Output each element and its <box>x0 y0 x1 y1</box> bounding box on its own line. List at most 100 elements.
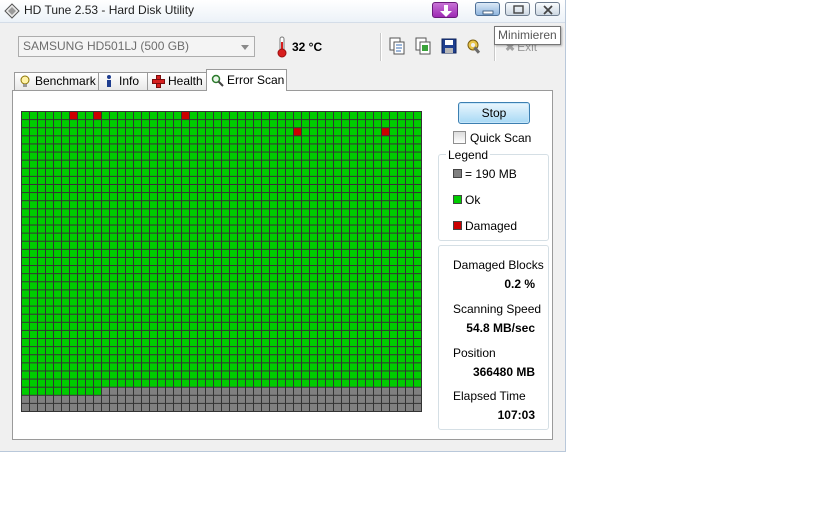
block-ok <box>150 160 157 168</box>
block-ok <box>22 290 29 298</box>
block-ok <box>270 225 277 233</box>
quick-scan-checkbox-box[interactable] <box>453 131 466 144</box>
block-unscanned <box>318 387 325 395</box>
block-ok <box>150 120 157 128</box>
block-ok <box>294 347 301 355</box>
block-ok <box>174 152 181 160</box>
block-ok <box>206 257 213 266</box>
block-unscanned <box>166 403 173 411</box>
block-ok <box>390 314 397 322</box>
minimize-button[interactable] <box>475 2 500 16</box>
block-ok <box>198 257 205 266</box>
block-ok <box>198 120 205 128</box>
block-ok <box>246 217 253 225</box>
block-ok <box>398 176 405 184</box>
block-ok <box>390 330 397 339</box>
block-ok <box>326 120 333 128</box>
block-ok <box>286 152 293 160</box>
block-unscanned <box>166 395 173 403</box>
block-ok <box>22 120 29 128</box>
download-button[interactable] <box>432 2 458 18</box>
block-ok <box>134 363 141 371</box>
stop-button[interactable]: Stop <box>458 102 530 124</box>
block-ok <box>86 225 93 233</box>
legend-item-label: Damaged <box>465 219 518 233</box>
block-ok <box>222 322 229 330</box>
block-ok <box>222 379 229 387</box>
block-ok <box>286 120 293 128</box>
block-ok <box>350 371 357 379</box>
block-ok <box>390 225 397 233</box>
block-ok <box>390 266 397 274</box>
block-ok <box>262 160 269 168</box>
block-ok <box>46 225 53 233</box>
options-wrench-icon[interactable] <box>466 37 484 55</box>
block-ok <box>262 355 269 363</box>
block-ok <box>238 193 245 201</box>
copy-screenshot-icon[interactable] <box>414 37 432 55</box>
block-ok <box>86 112 93 120</box>
block-ok <box>54 217 61 225</box>
block-ok <box>342 225 349 233</box>
block-ok <box>342 379 349 387</box>
close-button[interactable] <box>535 2 560 16</box>
copy-text-icon[interactable] <box>388 37 406 55</box>
block-ok <box>166 136 173 144</box>
tab-error-scan[interactable]: Error Scan <box>206 69 287 91</box>
block-ok <box>142 112 149 120</box>
quick-scan-checkbox[interactable]: Quick Scan <box>453 131 531 145</box>
block-ok <box>198 266 205 274</box>
block-ok <box>78 176 85 184</box>
block-ok <box>390 257 397 266</box>
block-ok <box>326 217 333 225</box>
title-bar[interactable]: HD Tune 2.53 - Hard Disk Utility <box>0 0 565 23</box>
block-ok <box>294 225 301 233</box>
block-ok <box>158 330 165 339</box>
tab-benchmark[interactable]: Benchmark <box>14 72 99 90</box>
block-ok <box>110 306 117 314</box>
block-ok <box>158 193 165 201</box>
block-unscanned <box>294 403 301 411</box>
block-ok <box>398 290 405 298</box>
block-unscanned <box>310 403 317 411</box>
block-ok <box>134 176 141 184</box>
disk-select[interactable]: SAMSUNG HD501LJ (500 GB) <box>18 36 255 57</box>
block-ok <box>38 136 45 144</box>
block-unscanned <box>278 387 285 395</box>
block-ok <box>22 257 29 266</box>
tab-info[interactable]: Info <box>98 72 148 90</box>
block-ok <box>230 152 237 160</box>
block-unscanned <box>198 395 205 403</box>
block-ok <box>70 225 77 233</box>
block-ok <box>406 233 413 241</box>
block-ok <box>286 282 293 290</box>
block-ok <box>334 298 341 306</box>
block-ok <box>150 152 157 160</box>
block-ok <box>230 314 237 322</box>
save-disk-icon[interactable] <box>440 37 458 55</box>
block-ok <box>158 144 165 152</box>
block-ok <box>246 298 253 306</box>
block-ok <box>86 282 93 290</box>
block-unscanned <box>110 403 117 411</box>
block-ok <box>22 347 29 355</box>
block-ok <box>190 144 197 152</box>
block-unscanned <box>342 395 349 403</box>
tab-health[interactable]: Health <box>147 72 207 90</box>
block-ok <box>246 120 253 128</box>
block-ok <box>206 322 213 330</box>
maximize-button[interactable] <box>505 2 530 16</box>
block-ok <box>406 184 413 193</box>
block-ok <box>382 298 389 306</box>
block-ok <box>254 144 261 152</box>
block-ok <box>54 257 61 266</box>
block-ok <box>390 120 397 128</box>
block-ok <box>390 233 397 241</box>
block-ok <box>126 371 133 379</box>
block-ok <box>246 371 253 379</box>
block-ok <box>414 160 421 168</box>
block-ok <box>390 347 397 355</box>
block-ok <box>262 144 269 152</box>
block-ok <box>70 201 77 209</box>
block-ok <box>294 217 301 225</box>
